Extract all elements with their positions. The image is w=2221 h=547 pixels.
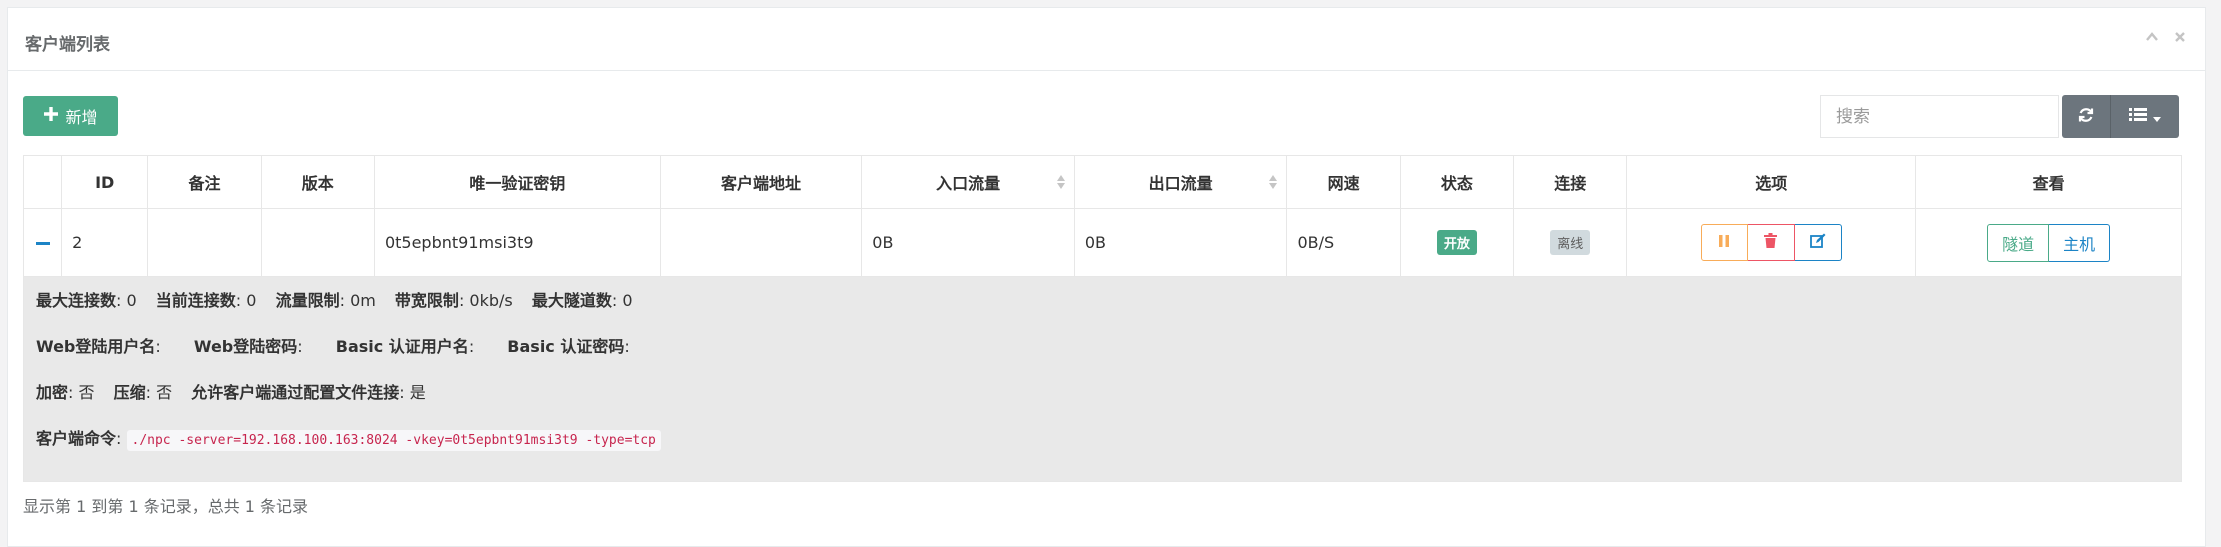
col-in-flow[interactable]: 入口流量 (861, 155, 1075, 209)
encrypt-value: 否 (78, 383, 95, 402)
col-view: 查看 (1915, 155, 2182, 209)
compress-value: 否 (156, 383, 173, 402)
detail-line-limits: 最大连接数: 0 当前连接数: 0 流量限制: 0m 带宽限制: 0kb/s 最… (36, 291, 633, 310)
cur-conn-label: 当前连接数 (155, 291, 236, 310)
detail-content: 最大连接数: 0 当前连接数: 0 流量限制: 0m 带宽限制: 0kb/s 最… (24, 277, 2181, 481)
add-button[interactable]: 新增 (23, 96, 118, 136)
cell-view: 隧道 主机 (1915, 208, 2182, 277)
minus-icon (35, 242, 50, 245)
refresh-icon (2077, 106, 2095, 128)
col-address: 客户端地址 (659, 155, 863, 209)
client-table: ID 备注 版本 唯一验证密钥 客户端地址 入口流量 出口流量 网速 状态 连接… (22, 155, 2182, 482)
cmd-label: 客户端命令 (36, 429, 117, 448)
cell-version (260, 208, 375, 277)
edit-button[interactable] (1794, 224, 1842, 261)
col-id[interactable]: ID (61, 155, 149, 209)
pause-button[interactable] (1700, 224, 1748, 261)
basic-user-label: Basic 认证用户名 (335, 337, 469, 356)
cur-conn-value: 0 (246, 291, 257, 310)
refresh-button[interactable] (2062, 95, 2111, 138)
cell-vkey: 0t5epbnt91msi3t9 (373, 208, 661, 277)
web-pass-label: Web登陆密码 (193, 337, 298, 356)
options-button-group (1700, 224, 1842, 261)
cell-remark (147, 208, 262, 277)
delete-button[interactable] (1747, 224, 1795, 261)
pagination-summary: 显示第 1 到第 1 条记录，总共 1 条记录 (23, 497, 309, 516)
list-icon (2129, 107, 2147, 126)
flow-limit-value: 0m (350, 291, 376, 310)
panel-title: 客户端列表 (25, 35, 110, 55)
table-toolbar-buttons (2062, 95, 2179, 138)
connection-badge: 离线 (1550, 230, 1591, 255)
col-out-flow-label: 出口流量 (1148, 174, 1213, 193)
client-command[interactable]: ./npc -server=192.168.100.163:8024 -vkey… (126, 430, 661, 451)
edit-icon (1809, 233, 1826, 253)
encrypt-label: 加密 (36, 383, 69, 402)
cell-out-flow: 0B (1073, 208, 1288, 277)
sort-icon (1056, 175, 1065, 191)
trash-icon (1764, 233, 1778, 252)
sort-icon (1269, 175, 1278, 191)
status-badge: 开放 (1436, 230, 1477, 255)
columns-toggle-button[interactable] (2111, 95, 2179, 138)
col-status: 状态 (1399, 155, 1515, 209)
max-tunnel-label: 最大隧道数 (531, 291, 612, 310)
bw-limit-label: 带宽限制 (394, 291, 459, 310)
add-button-label: 新增 (65, 108, 98, 127)
allow-config-value: 是 (409, 383, 426, 402)
web-user-label: Web登陆用户名 (36, 337, 156, 356)
col-expand (22, 155, 63, 209)
flow-limit-label: 流量限制 (275, 291, 340, 310)
cell-status: 开放 (1399, 208, 1515, 277)
cell-connection: 离线 (1513, 208, 1628, 277)
detail-line-options: 加密: 否 压缩: 否 允许客户端通过配置文件连接: 是 (36, 383, 426, 402)
panel-tools (2145, 30, 2191, 48)
pause-icon (1718, 233, 1730, 252)
close-icon[interactable] (2173, 30, 2191, 48)
table-header-row: ID 备注 版本 唯一验证密钥 客户端地址 入口流量 出口流量 网速 状态 连接… (22, 155, 2182, 209)
col-remark: 备注 (147, 155, 262, 209)
caret-down-icon (2153, 107, 2161, 126)
col-out-flow[interactable]: 出口流量 (1073, 155, 1288, 209)
detail-line-auth: Web登陆用户名: Web登陆密码: Basic 认证用户名: Basic 认证… (36, 337, 630, 356)
cell-speed: 0B/S (1286, 208, 1401, 277)
max-conn-label: 最大连接数 (36, 291, 117, 310)
collapse-row-toggle[interactable] (22, 208, 63, 277)
col-options: 选项 (1626, 155, 1917, 209)
col-version: 版本 (260, 155, 375, 209)
cell-id: 2 (61, 208, 149, 277)
col-speed: 网速 (1286, 155, 1401, 209)
allow-config-label: 允许客户端通过配置文件连接 (191, 383, 400, 402)
col-vkey: 唯一验证密钥 (373, 155, 661, 209)
max-conn-value: 0 (126, 291, 137, 310)
cell-in-flow: 0B (861, 208, 1075, 277)
tunnel-button[interactable]: 隧道 (1987, 223, 2050, 262)
bw-limit-value: 0kb/s (469, 291, 513, 310)
col-in-flow-label: 入口流量 (936, 174, 1001, 193)
plus-icon (43, 106, 59, 126)
panel-header: 客户端列表 (8, 8, 2205, 71)
basic-pass-label: Basic 认证密码 (507, 337, 625, 356)
view-button-group: 隧道 主机 (1987, 223, 2111, 262)
search-input[interactable] (1820, 95, 2059, 138)
table-row: 2 0t5epbnt91msi3t9 0B 0B 0B/S 开放 离线 隧道 主… (22, 208, 2182, 277)
detail-cell: 最大连接数: 0 当前连接数: 0 流量限制: 0m 带宽限制: 0kb/s 最… (23, 276, 2182, 482)
host-button[interactable]: 主机 (2049, 223, 2111, 262)
cell-options (1626, 208, 1917, 277)
cell-address (659, 208, 863, 277)
collapse-chevron-up-icon[interactable] (2145, 30, 2163, 48)
detail-row: 最大连接数: 0 当前连接数: 0 流量限制: 0m 带宽限制: 0kb/s 最… (23, 276, 2182, 482)
detail-line-command: 客户端命令: ./npc -server=192.168.100.163:802… (36, 425, 2169, 471)
col-connection: 连接 (1513, 155, 1628, 209)
compress-label: 压缩 (113, 383, 146, 402)
max-tunnel-value: 0 (622, 291, 633, 310)
